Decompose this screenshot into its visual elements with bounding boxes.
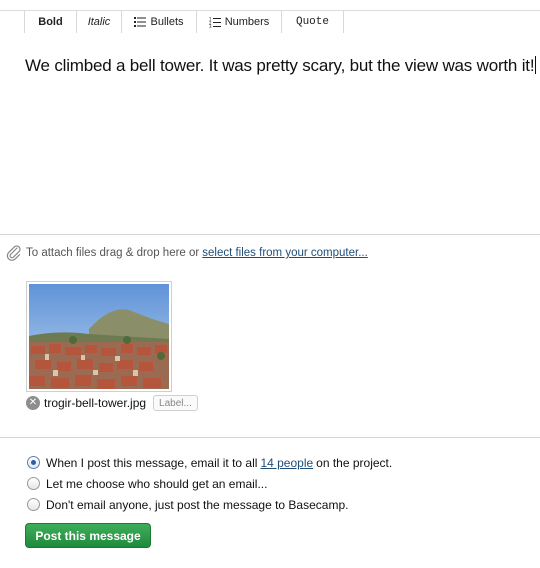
message-editor[interactable]: Bold Italic Bullets 1 2 3 Numbers Quote bbox=[0, 10, 540, 235]
people-link[interactable]: 14 people bbox=[260, 456, 313, 470]
notify-option-none[interactable]: Don't email anyone, just post the messag… bbox=[27, 494, 392, 515]
italic-button[interactable]: Italic bbox=[77, 11, 122, 33]
attachment-label-field[interactable]: Label... bbox=[153, 395, 198, 411]
bold-label: Bold bbox=[38, 16, 63, 28]
section-divider bbox=[0, 437, 540, 438]
italic-label: Italic bbox=[87, 16, 111, 28]
notify-option-all[interactable]: When I post this message, email it to al… bbox=[27, 452, 392, 473]
toolbar-spacer bbox=[0, 11, 25, 33]
notify-option-none-label: Don't email anyone, just post the messag… bbox=[46, 497, 349, 512]
bullet-list-icon bbox=[134, 17, 147, 27]
text-caret bbox=[535, 56, 537, 74]
numbered-list-icon: 1 2 3 bbox=[209, 17, 221, 28]
numbers-button[interactable]: 1 2 3 Numbers bbox=[197, 11, 282, 33]
notify-option-choose[interactable]: Let me choose who should get an email... bbox=[27, 473, 392, 494]
message-body-text[interactable]: We climbed a bell tower. It was pretty s… bbox=[25, 56, 537, 76]
bullets-label: Bullets bbox=[150, 16, 184, 28]
svg-text:3: 3 bbox=[209, 24, 212, 28]
numbers-label: Numbers bbox=[224, 16, 270, 28]
message-body-content: We climbed a bell tower. It was pretty s… bbox=[25, 56, 535, 75]
quote-button[interactable]: Quote bbox=[282, 11, 344, 33]
attachment-file-row: ✕ trogir-bell-tower.jpg Label... bbox=[26, 395, 198, 411]
notify-option-all-prefix: When I post this message, email it to al… bbox=[46, 455, 258, 470]
notify-option-all-suffix: on the project. bbox=[316, 455, 393, 470]
attachment-filename: trogir-bell-tower.jpg bbox=[44, 396, 147, 410]
bell-tower-photo bbox=[29, 284, 169, 389]
bullets-button[interactable]: Bullets bbox=[122, 11, 197, 33]
radio-unselected-icon[interactable] bbox=[27, 477, 40, 490]
post-message-label: Post this message bbox=[35, 528, 141, 543]
post-message-button[interactable]: Post this message bbox=[25, 523, 151, 548]
formatting-toolbar: Bold Italic Bullets 1 2 3 Numbers Quote bbox=[0, 11, 344, 33]
select-files-link[interactable]: select files from your computer... bbox=[202, 247, 368, 259]
notify-option-choose-label: Let me choose who should get an email... bbox=[46, 476, 268, 491]
remove-attachment-icon[interactable]: ✕ bbox=[26, 396, 40, 410]
radio-selected-icon[interactable] bbox=[27, 456, 40, 469]
attach-files-area[interactable]: To attach files drag & drop here or sele… bbox=[6, 245, 368, 261]
paperclip-icon bbox=[6, 245, 21, 261]
quote-label: Quote bbox=[295, 16, 329, 28]
attach-instructions: To attach files drag & drop here or bbox=[26, 247, 200, 259]
email-notification-options: When I post this message, email it to al… bbox=[27, 452, 392, 515]
attachment-thumbnail[interactable] bbox=[26, 281, 172, 392]
bold-button[interactable]: Bold bbox=[25, 11, 77, 33]
radio-unselected-icon[interactable] bbox=[27, 498, 40, 511]
